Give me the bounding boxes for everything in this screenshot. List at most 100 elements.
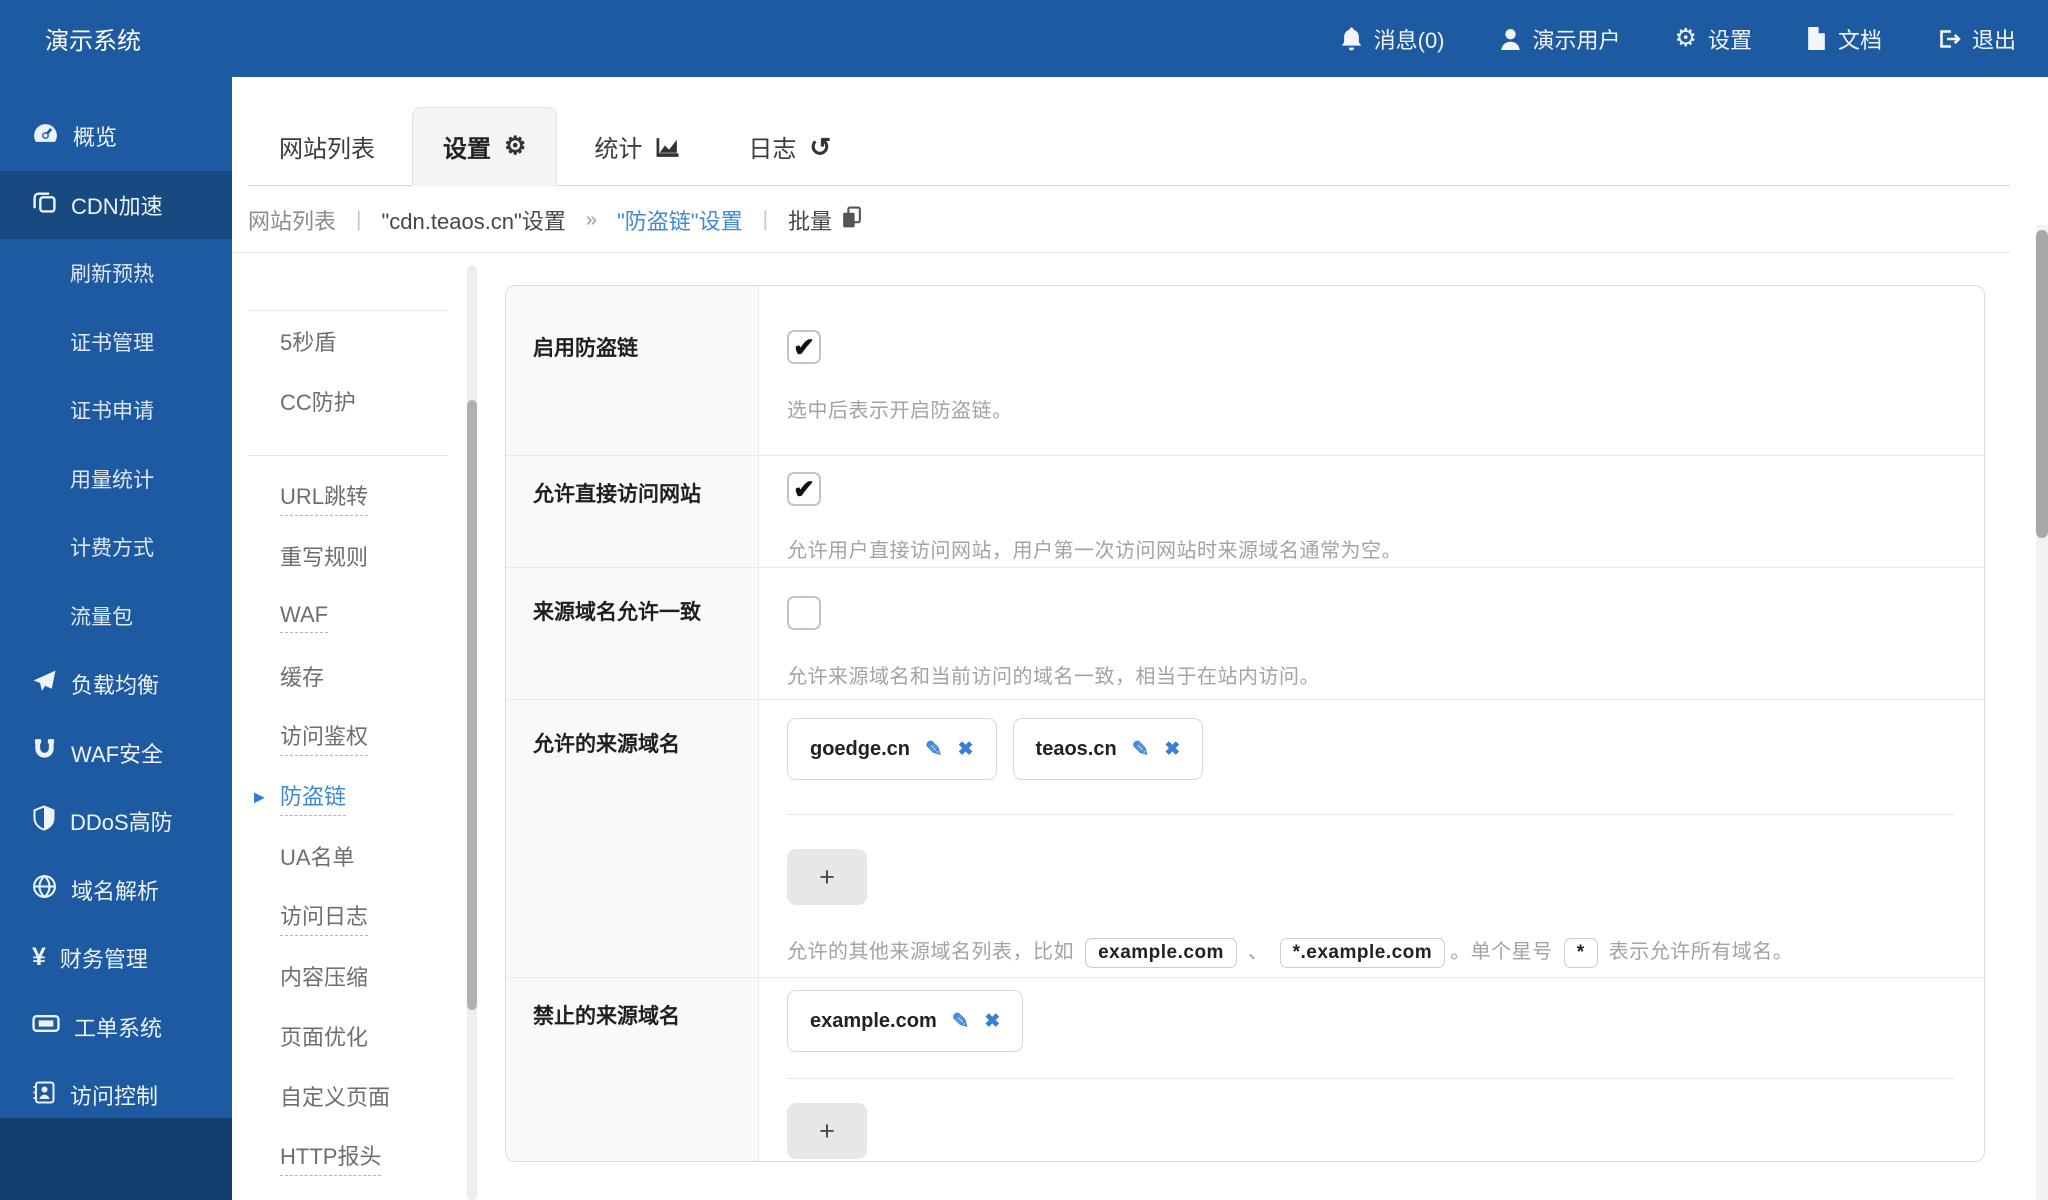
- submenu-item-rewrite-rules[interactable]: 重写规则: [232, 528, 468, 586]
- submenu-item-custom-pages[interactable]: 自定义页面: [232, 1068, 468, 1126]
- form-row-description: 选中后表示开启防盗链。: [787, 400, 1013, 422]
- remove-icon[interactable]: ✖: [984, 1010, 1000, 1033]
- site-tabs: 网站列表 设置 ⚙ 统计 日志 ↺: [248, 107, 862, 186]
- topbar-item-settings[interactable]: ⚙ 设置: [1675, 23, 1752, 55]
- checkbox-allow-direct-access[interactable]: ✔: [787, 472, 821, 506]
- topbar-item-label: 演示用户: [1532, 27, 1621, 53]
- submenu-item-http-headers[interactable]: HTTP报头: [232, 1128, 468, 1186]
- app-logo[interactable]: 演示系统: [0, 21, 141, 56]
- gauge-icon: [32, 121, 59, 151]
- breadcrumb-site-settings[interactable]: "cdn.teaos.cn"设置: [381, 204, 565, 236]
- sidebar-item-label: 负载均衡: [71, 673, 160, 698]
- submenu-item-ua-list[interactable]: UA名单: [232, 828, 468, 886]
- submenu-scrollbar-thumb[interactable]: [467, 400, 477, 1010]
- form-row-allow-same-origin: 来源域名允许一致 允许来源域名和当前访问的域名一致，相当于在站内访问。: [506, 568, 1984, 700]
- contact-card-icon: [32, 1080, 56, 1111]
- submenu-item-cache[interactable]: 缓存: [232, 648, 468, 706]
- submenu-item-page-optimization[interactable]: 页面优化: [232, 1008, 468, 1066]
- submenu-group-divider: [248, 310, 448, 311]
- sidebar-item-load-balancer[interactable]: 负载均衡: [0, 650, 232, 718]
- sidebar-item-finance-management[interactable]: ¥ 财务管理: [0, 924, 232, 992]
- submenu-group-divider: [248, 455, 448, 456]
- domain-tag-label: goedge.cn: [810, 737, 911, 760]
- breadcrumb-batch-button[interactable]: 批量: [788, 204, 862, 236]
- topbar-item-messages[interactable]: 消息(0): [1340, 23, 1445, 55]
- breadcrumb: 网站列表 | "cdn.teaos.cn"设置 » "防盗链"设置 | 批量: [248, 198, 862, 242]
- edit-icon[interactable]: ✎: [925, 737, 943, 762]
- hotlink-settings-form: 启用防盗链 ✔ 选中后表示开启防盗链。 允许直接访问网站 ✔ 允许用户直接访问网站，用户第…: [505, 285, 1985, 1162]
- topbar-item-current-user[interactable]: 演示用户: [1499, 23, 1621, 55]
- settings-submenu: 5秒盾 CC防护 URL跳转重写规则 WAF 缓存 访问鉴权 ▶ 防盗链 UA名单访问日志内容压…: [232, 310, 468, 1186]
- breadcrumb-arrow: »: [585, 208, 597, 231]
- submenu-item-access-log[interactable]: 访问日志: [232, 888, 468, 946]
- sidebar-item-cert-apply[interactable]: 证书申请: [0, 376, 232, 444]
- edit-icon[interactable]: ✎: [1132, 737, 1150, 762]
- topbar-item-label: 退出: [1971, 27, 2016, 53]
- sidebar-item-label: 工单系统: [74, 1015, 163, 1041]
- submenu-item-label: 访问日志: [280, 899, 369, 936]
- remove-icon[interactable]: ✖: [958, 738, 974, 761]
- sidebar-nav: 概览 CDN加速 刷新预热 证书管理证书申请用量统计 计费方式 流量包负载均衡 WAF安全 D…: [0, 77, 232, 1200]
- sidebar-item-waf-security[interactable]: WAF安全: [0, 719, 232, 787]
- submenu-item-label: URL跳转: [280, 479, 369, 516]
- tab-stats[interactable]: 统计: [563, 107, 711, 186]
- breadcrumb-divider: [233, 252, 2010, 253]
- add-domain-button[interactable]: +: [787, 1103, 867, 1159]
- sidebar-item-access-control[interactable]: 访问控制: [0, 1061, 232, 1129]
- breadcrumb-separator: |: [356, 208, 362, 231]
- submenu-item-label: 自定义页面: [280, 1085, 391, 1110]
- edit-icon[interactable]: ✎: [952, 1009, 970, 1034]
- tab-label: 日志: [748, 136, 797, 163]
- form-value: example.com ✎ ✖ +: [759, 978, 1984, 1161]
- breadcrumb-site-list[interactable]: 网站列表: [248, 204, 336, 236]
- submenu-item-label: WAF: [280, 602, 329, 633]
- sidebar-item-billing-method[interactable]: 计费方式: [0, 513, 232, 581]
- add-domain-button[interactable]: +: [787, 849, 867, 905]
- description-text: 表示允许所有域名。: [1602, 941, 1794, 963]
- submenu-item-content-compression[interactable]: 内容压缩: [232, 948, 468, 1006]
- submenu-item-label: 5秒盾: [280, 330, 337, 355]
- submenu-item-access-auth[interactable]: 访问鉴权: [232, 708, 468, 766]
- submenu-item-url-redirect[interactable]: URL跳转: [232, 468, 468, 526]
- chart-icon: [655, 136, 680, 157]
- submenu-item-cc-protection[interactable]: CC防护: [232, 373, 468, 431]
- sidebar-item-refresh-preheat[interactable]: 刷新预热: [0, 239, 232, 307]
- submenu-item-label: CC防护: [280, 390, 356, 415]
- submenu-item-5s-shield[interactable]: 5秒盾: [232, 313, 468, 371]
- check-mark-icon: ✔: [793, 474, 815, 504]
- domain-tag-label: example.com: [810, 1009, 937, 1032]
- breadcrumb-separator: |: [762, 208, 769, 231]
- bell-icon: [1340, 26, 1363, 51]
- breadcrumb-current[interactable]: "防盗链"设置: [617, 204, 743, 236]
- sidebar-item-traffic-package[interactable]: 流量包: [0, 582, 232, 650]
- tab-logs[interactable]: 日志 ↺: [717, 107, 862, 186]
- sidebar-item-ddos-protection[interactable]: DDoS高防: [0, 787, 232, 855]
- page-scrollbar-thumb[interactable]: [2036, 230, 2048, 538]
- sidebar-item-cdn-acceleration[interactable]: CDN加速: [0, 170, 232, 239]
- sidebar-item-ticket-system[interactable]: 工单系统: [0, 993, 232, 1061]
- sidebar-item-label: 访问控制: [70, 1084, 159, 1109]
- topbar-item-label: 设置: [1707, 27, 1752, 53]
- gear-icon: ⚙: [504, 132, 527, 160]
- sidebar-item-cert-management[interactable]: 证书管理: [0, 308, 232, 376]
- sidebar-item-label: 证书申请: [70, 400, 154, 423]
- document-icon: [1806, 26, 1827, 51]
- domain-tag: goedge.cn ✎ ✖: [787, 718, 997, 780]
- tab-settings[interactable]: 设置 ⚙: [412, 107, 558, 186]
- checkbox-allow-same-origin[interactable]: [787, 596, 821, 630]
- checkbox-enable-hotlink-protection[interactable]: ✔: [787, 330, 821, 364]
- sidebar-item-label: 财务管理: [59, 947, 148, 972]
- sidebar-item-label: 概览: [73, 125, 118, 150]
- topbar-item-logout[interactable]: 退出: [1936, 23, 2016, 55]
- gear-icon: ⚙: [1674, 24, 1697, 52]
- topbar-item-docs[interactable]: 文档: [1806, 23, 1882, 55]
- submenu-item-waf[interactable]: WAF: [232, 588, 468, 646]
- tab-site-list[interactable]: 网站列表: [248, 107, 406, 186]
- sidebar-item-dns-resolution[interactable]: 域名解析: [0, 856, 232, 924]
- submenu-item-hotlink-protection[interactable]: ▶ 防盗链: [232, 768, 468, 826]
- remove-icon[interactable]: ✖: [1164, 738, 1180, 761]
- sidebar-item-usage-stats[interactable]: 用量统计: [0, 445, 232, 513]
- sidebar-item-overview[interactable]: 概览: [0, 102, 232, 170]
- form-label: 来源域名允许一致: [506, 568, 759, 699]
- active-arrow-icon: ▶: [254, 788, 265, 805]
